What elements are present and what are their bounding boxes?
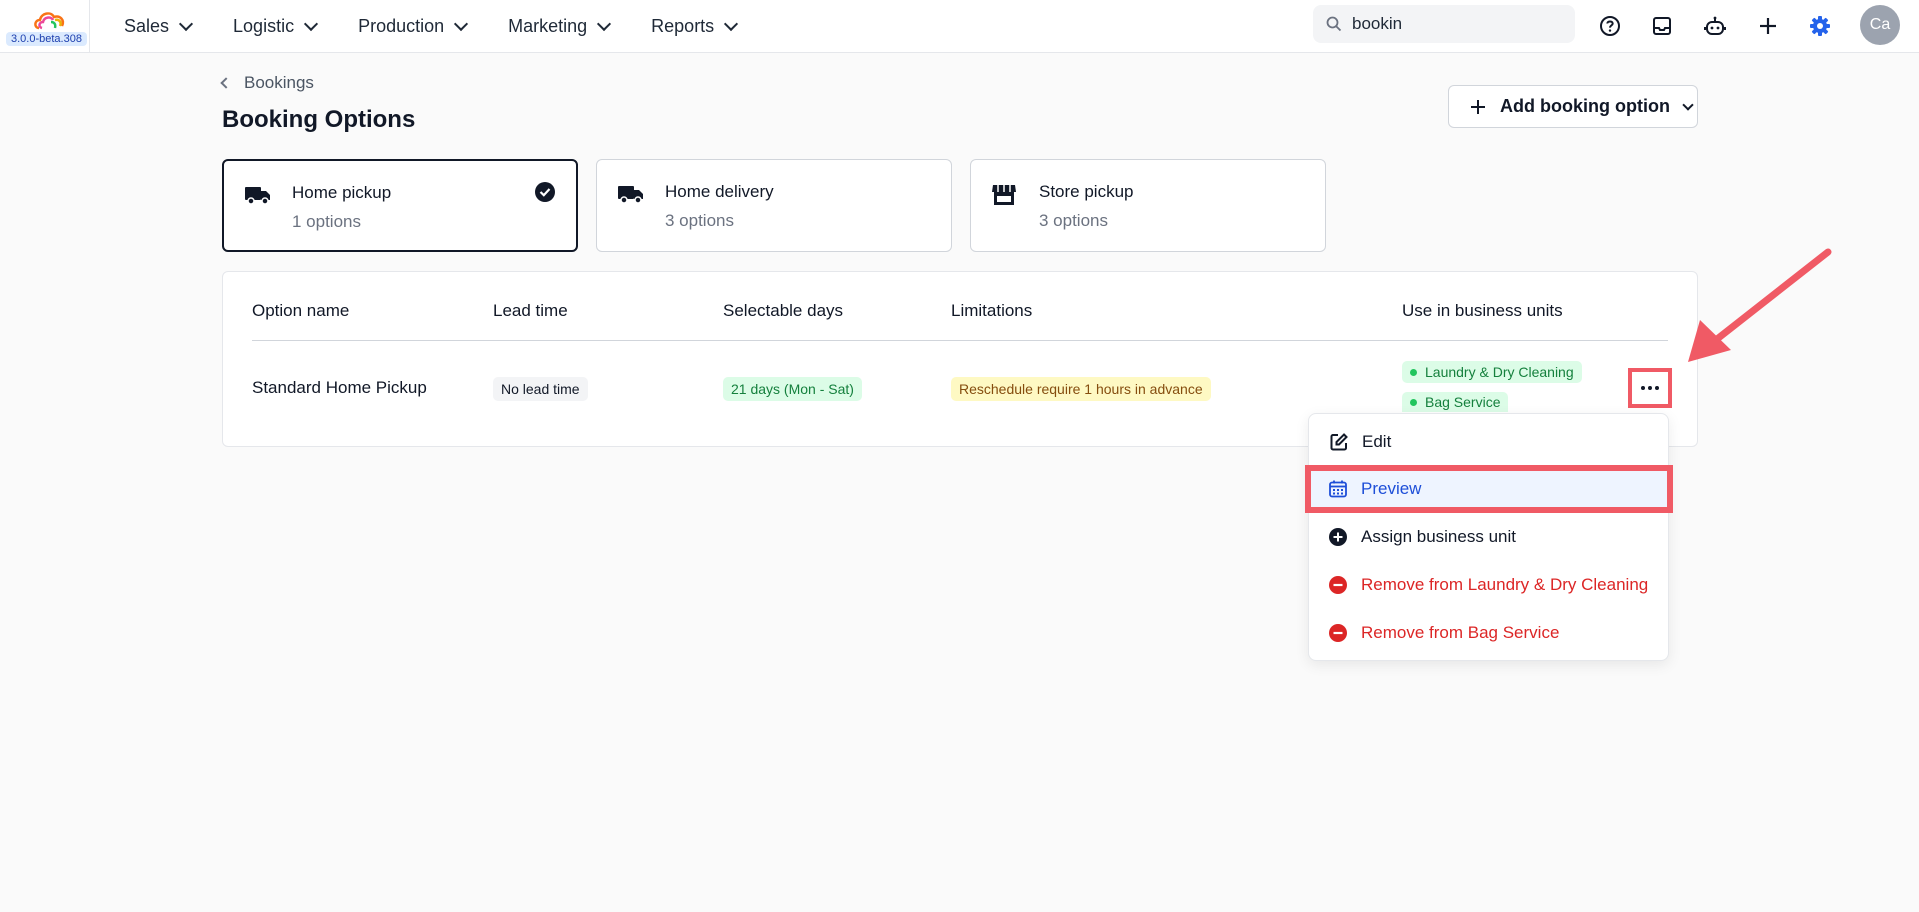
business-unit-badge: Laundry & Dry Cleaning	[1402, 361, 1582, 383]
more-dot	[1648, 386, 1652, 390]
plus-icon	[1471, 99, 1485, 114]
page-title: Booking Options	[222, 106, 416, 133]
header-selectable-days: Selectable days	[723, 301, 844, 320]
lead-time-badge: No lead time	[493, 377, 588, 401]
header-option-name: Option name	[252, 301, 350, 320]
chevron-down-icon	[724, 16, 739, 32]
card-home-pickup[interactable]: Home pickup 1 options	[222, 159, 578, 252]
menu-item-label: Remove from Bag Service	[1361, 623, 1560, 642]
search-box[interactable]	[1313, 5, 1575, 43]
nav-marketing[interactable]: Marketing	[508, 16, 613, 37]
store-icon	[992, 185, 1016, 205]
menu-item-label: Preview	[1361, 479, 1422, 498]
header-divider	[252, 340, 1668, 341]
calendar-icon	[1328, 479, 1348, 499]
main-nav: Sales Logistic Production Marketing Repo…	[124, 0, 740, 53]
plus-circle-icon	[1328, 527, 1348, 547]
limitation-badge: Reschedule require 1 hours in advance	[951, 377, 1211, 401]
more-actions-button[interactable]	[1628, 368, 1672, 408]
breadcrumb[interactable]: Bookings	[220, 73, 314, 93]
header-limitations: Limitations	[951, 301, 1033, 320]
card-title: Home delivery	[665, 182, 774, 201]
chevron-down-icon	[454, 16, 469, 32]
menu-item-assign-business-unit[interactable]: Assign business unit	[1308, 513, 1669, 561]
chevron-down-icon	[597, 16, 612, 32]
menu-item-remove-laundry[interactable]: Remove from Laundry & Dry Cleaning	[1308, 561, 1669, 609]
minus-circle-icon	[1328, 575, 1348, 595]
robot-icon	[1704, 16, 1726, 35]
cloud-logo-icon	[34, 12, 65, 30]
header-business-units: Use in business units	[1402, 301, 1563, 320]
business-unit-label: Laundry & Dry Cleaning	[1425, 364, 1574, 380]
edit-icon	[1329, 432, 1349, 452]
business-unit-badge: Bag Service	[1402, 392, 1509, 412]
menu-item-remove-bag-service[interactable]: Remove from Bag Service	[1308, 609, 1669, 657]
nav-marketing-label: Marketing	[508, 16, 588, 36]
app-logo[interactable]: 3.0.0-beta.308	[0, 0, 90, 53]
gear-icon	[1810, 16, 1830, 36]
header-lead-time: Lead time	[493, 301, 568, 320]
truck-icon	[245, 187, 270, 205]
more-dot	[1641, 386, 1645, 390]
nav-logistic-label: Logistic	[233, 16, 295, 36]
nav-sales-label: Sales	[124, 16, 170, 36]
chevron-down-icon	[1682, 98, 1694, 111]
chevron-down-icon	[178, 16, 194, 32]
chevron-left-icon	[220, 77, 232, 89]
inbox-icon	[1653, 17, 1671, 35]
option-name-cell: Standard Home Pickup	[252, 378, 427, 397]
card-store-pickup[interactable]: Store pickup 3 options	[970, 159, 1326, 252]
create-button[interactable]	[1753, 11, 1783, 41]
inbox-button[interactable]	[1647, 11, 1677, 41]
top-bar: 3.0.0-beta.308 Sales Logistic Production…	[0, 0, 1919, 53]
nav-logistic[interactable]: Logistic	[233, 16, 320, 37]
truck-icon	[618, 186, 643, 204]
menu-item-label: Assign business unit	[1361, 527, 1516, 546]
nav-production-label: Production	[358, 16, 445, 36]
assistant-button[interactable]	[1700, 11, 1730, 41]
nav-reports-label: Reports	[651, 16, 715, 36]
version-badge: 3.0.0-beta.308	[6, 32, 87, 46]
card-title: Home pickup	[292, 183, 392, 202]
minus-circle-icon	[1328, 623, 1348, 643]
nav-reports[interactable]: Reports	[651, 16, 740, 37]
help-button[interactable]	[1595, 11, 1625, 41]
nav-production[interactable]: Production	[358, 16, 470, 37]
more-dot	[1655, 386, 1659, 390]
nav-sales[interactable]: Sales	[124, 16, 195, 37]
menu-item-label: Remove from Laundry & Dry Cleaning	[1361, 575, 1649, 594]
card-title: Store pickup	[1039, 182, 1134, 201]
card-subtitle: 1 options	[292, 212, 361, 231]
search-icon	[1326, 16, 1342, 32]
menu-item-preview[interactable]: Preview	[1308, 465, 1669, 513]
card-subtitle: 3 options	[1039, 211, 1108, 230]
add-booking-option-button[interactable]: Add booking option	[1448, 85, 1698, 128]
selectable-days-badge: 21 days (Mon - Sat)	[723, 377, 862, 401]
menu-item-label: Edit	[1362, 432, 1392, 451]
user-avatar[interactable]: Ca	[1860, 5, 1900, 45]
card-subtitle: 3 options	[665, 211, 734, 230]
add-booking-option-label: Add booking option	[1500, 96, 1670, 116]
plus-icon	[1760, 18, 1776, 34]
check-circle-icon	[535, 182, 555, 202]
status-dot	[1410, 368, 1417, 376]
business-unit-label: Bag Service	[1425, 394, 1501, 410]
status-dot	[1410, 398, 1417, 406]
breadcrumb-bookings[interactable]: Bookings	[244, 73, 314, 93]
search-input[interactable]	[1352, 14, 1552, 34]
card-home-delivery[interactable]: Home delivery 3 options	[596, 159, 952, 252]
menu-item-edit[interactable]: Edit	[1309, 418, 1670, 466]
chevron-down-icon	[303, 16, 319, 32]
help-icon	[1600, 16, 1620, 36]
settings-button[interactable]	[1805, 11, 1835, 41]
